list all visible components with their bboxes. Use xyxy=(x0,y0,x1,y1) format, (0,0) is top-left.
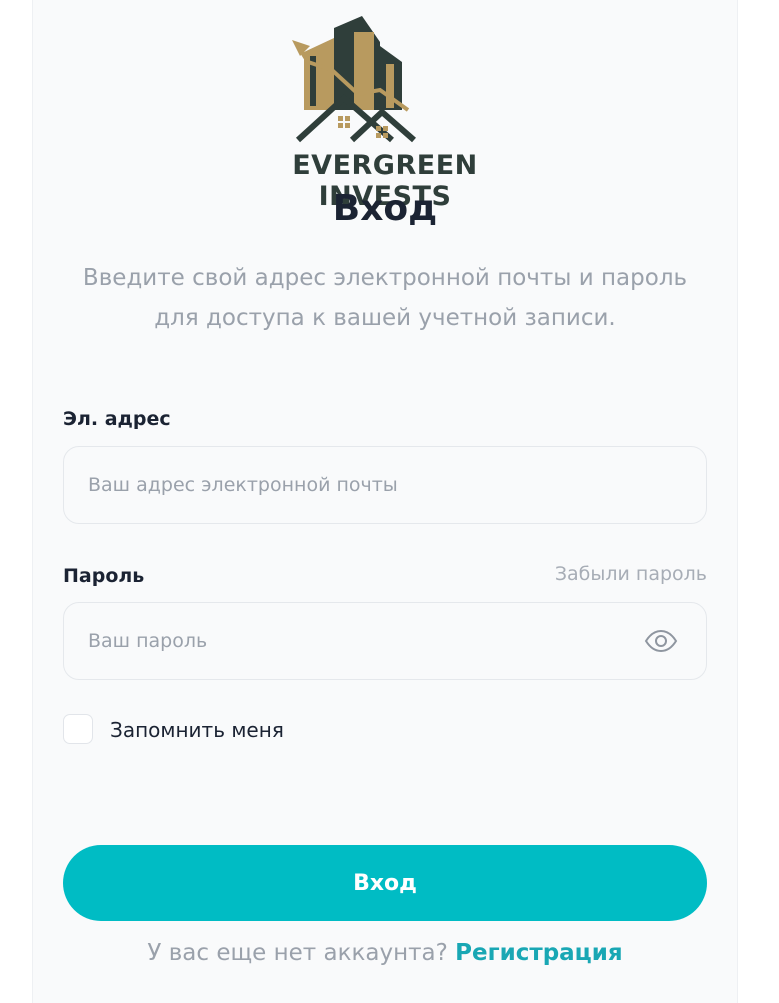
remember-me-label[interactable]: Запомнить меня xyxy=(110,718,284,742)
password-field-box xyxy=(63,602,707,680)
forgot-password-link[interactable]: Забыли пароль xyxy=(555,563,707,585)
page: EVERGREEN INVESTS Вход Введите свой адре… xyxy=(0,0,779,1003)
page-title: Вход xyxy=(332,188,438,229)
register-prompt-text: У вас еще нет аккаунта? xyxy=(147,940,448,966)
email-field-box xyxy=(63,446,707,524)
password-label: Пароль xyxy=(63,565,145,587)
register-link[interactable]: Регистрация xyxy=(455,940,622,966)
brand-logo: EVERGREEN INVESTS xyxy=(222,12,548,212)
email-input[interactable] xyxy=(88,447,648,523)
buildings-chart-logo xyxy=(292,16,416,143)
page-subtitle: Введите свой адрес электронной почты и п… xyxy=(82,265,688,331)
remember-me-checkbox[interactable] xyxy=(63,714,93,744)
email-label: Эл. адрес xyxy=(63,408,171,430)
register-prompt: У вас еще нет аккаунта? Регистрация xyxy=(32,940,738,966)
eye-icon[interactable] xyxy=(644,629,678,653)
password-input[interactable] xyxy=(88,603,648,679)
login-button[interactable]: Вход xyxy=(63,845,707,921)
